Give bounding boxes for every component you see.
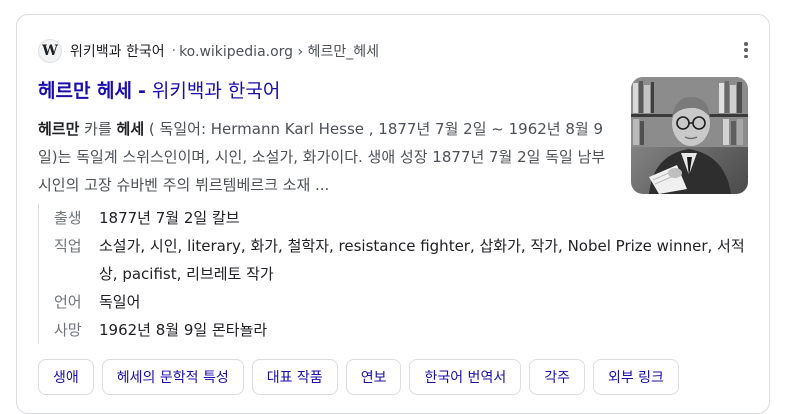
- fact-value: 1962년 8월 9일 몬타뇰라: [99, 321, 268, 339]
- result-title-link[interactable]: 헤르만 헤세 - 위키백과 한국어: [38, 76, 280, 103]
- title-site: 위키백과 한국어: [151, 80, 281, 102]
- fact-row-death: 사망 1962년 8월 9일 몬타뇰라: [39, 316, 749, 344]
- title-dash: -: [138, 80, 146, 102]
- thumbnail-image[interactable]: [631, 77, 748, 194]
- section-chips: 생애 헤세의 문학적 특성 대표 작품 연보 한국어 번역서 각주 외부 링크: [38, 359, 679, 395]
- chip-external-links[interactable]: 외부 링크: [592, 359, 679, 395]
- portrait-photo-icon: [631, 77, 748, 194]
- wikipedia-favicon-icon: W: [38, 39, 62, 63]
- chip-life[interactable]: 생애: [38, 359, 94, 395]
- title-main: 헤르만 헤세: [38, 80, 133, 102]
- chip-major-works[interactable]: 대표 작품: [251, 359, 338, 395]
- fact-label: 언어: [54, 293, 82, 311]
- fact-label: 사망: [54, 321, 82, 339]
- snippet-bold-1: 헤르만: [38, 120, 80, 138]
- site-name[interactable]: 위키백과 한국어: [70, 41, 165, 61]
- chip-footnotes[interactable]: 각주: [529, 359, 585, 395]
- fact-label: 직업: [54, 237, 82, 255]
- fact-value: 독일어: [99, 293, 141, 311]
- chip-chronology[interactable]: 연보: [345, 359, 402, 395]
- fact-row-language: 언어 독일어: [39, 288, 749, 316]
- separator: ·: [171, 43, 177, 59]
- fact-label: 출생: [54, 209, 82, 227]
- breadcrumb-url[interactable]: ko.wikipedia.org › 헤르만_헤세: [179, 41, 379, 61]
- fact-value: 1877년 7월 2일 칼브: [99, 209, 240, 227]
- chip-literary-traits[interactable]: 헤세의 문학적 특성: [101, 359, 244, 395]
- facts-list: 출생 1877년 7월 2일 칼브 직업 소설가, 시인, literary, …: [38, 204, 749, 344]
- result-snippet: 헤르만 카를 헤세 ( 독일어: Hermann Karl Hesse , 18…: [38, 115, 618, 199]
- more-options-icon[interactable]: [740, 40, 752, 60]
- fact-value: 소설가, 시인, literary, 화가, 철학자, resistance f…: [99, 237, 745, 283]
- snippet-bold-2: 헤세: [116, 120, 145, 138]
- fact-row-occupation: 직업 소설가, 시인, literary, 화가, 철학자, resistanc…: [39, 232, 749, 288]
- fact-row-birth: 출생 1877년 7월 2일 칼브: [39, 204, 749, 232]
- chip-korean-translations[interactable]: 한국어 번역서: [409, 359, 522, 395]
- source-row[interactable]: W 위키백과 한국어 · ko.wikipedia.org › 헤르만_헤세: [38, 38, 379, 64]
- snippet-text-1: 카를: [79, 120, 117, 138]
